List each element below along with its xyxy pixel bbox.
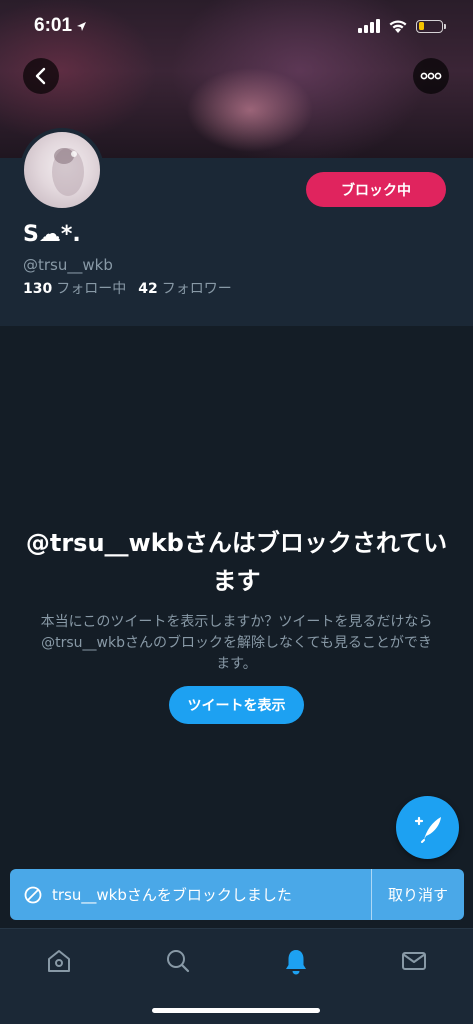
tab-home[interactable] bbox=[34, 941, 84, 981]
block-confirmation-toast: trsu__wkbさんをブロックしました 取り消す bbox=[10, 869, 464, 920]
profile-handle: @trsu__wkb bbox=[23, 256, 113, 274]
back-button[interactable] bbox=[23, 58, 59, 94]
cellular-signal-icon bbox=[358, 19, 380, 33]
blocking-button[interactable]: ブロック中 bbox=[306, 172, 446, 207]
block-icon bbox=[24, 886, 42, 904]
show-tweets-button[interactable]: ツイートを表示 bbox=[169, 686, 304, 724]
chevron-left-icon bbox=[35, 67, 46, 85]
following-count: 130 bbox=[23, 281, 53, 297]
status-bar: 6:01 bbox=[0, 0, 473, 52]
tab-messages[interactable] bbox=[389, 941, 439, 981]
blocked-notice-title: @trsu__wkbさんはブロックされています bbox=[25, 529, 448, 595]
followers-label: フォロワー bbox=[161, 281, 232, 297]
more-options-button[interactable] bbox=[413, 58, 449, 94]
home-icon bbox=[48, 950, 70, 972]
avatar[interactable] bbox=[20, 128, 104, 212]
compose-tweet-button[interactable] bbox=[396, 796, 459, 859]
battery-icon bbox=[416, 19, 446, 33]
tab-search[interactable] bbox=[153, 941, 203, 981]
tab-notifications[interactable] bbox=[271, 941, 321, 981]
location-arrow-icon bbox=[77, 21, 87, 31]
messages-envelope-icon bbox=[402, 952, 426, 970]
toast-message: trsu__wkbさんをブロックしました bbox=[52, 886, 292, 904]
profile-stats: 130 フォロー中 42 フォロワー bbox=[23, 278, 232, 298]
following-link[interactable]: 130 フォロー中 bbox=[23, 278, 126, 298]
followers-link[interactable]: 42 フォロワー bbox=[138, 278, 231, 298]
undo-button[interactable]: 取り消す bbox=[372, 884, 464, 905]
notifications-bell-icon bbox=[286, 950, 306, 975]
status-time: 6:01 bbox=[34, 15, 73, 36]
more-dots-icon bbox=[420, 72, 442, 80]
profile-display-name: S☁*. bbox=[23, 222, 81, 247]
following-label: フォロー中 bbox=[56, 281, 127, 297]
wifi-icon bbox=[389, 19, 407, 33]
avatar-photo bbox=[52, 148, 84, 196]
compose-feather-icon bbox=[414, 816, 441, 843]
search-icon bbox=[167, 950, 190, 973]
blocked-notice-description: 本当にこのツイートを表示しますか？ツイートを見るだけなら@trsu__wkbさん… bbox=[40, 614, 433, 672]
home-indicator bbox=[152, 1008, 320, 1013]
followers-count: 42 bbox=[138, 281, 158, 297]
